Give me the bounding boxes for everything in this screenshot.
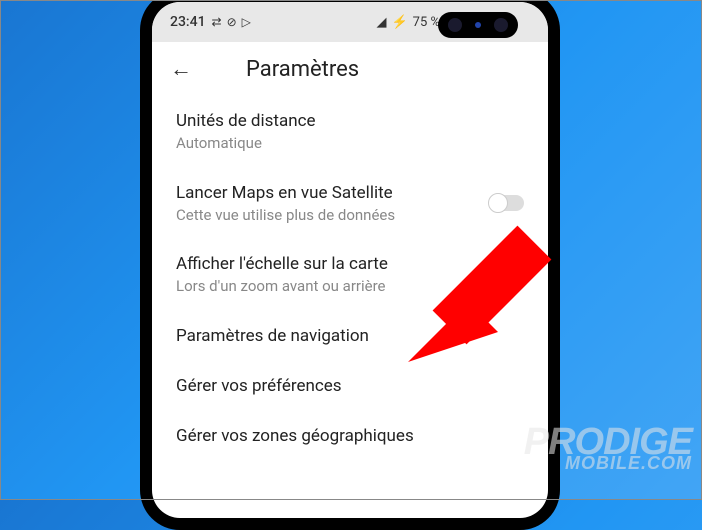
setting-title: Gérer vos préférences — [176, 375, 524, 397]
satellite-toggle[interactable] — [490, 195, 524, 211]
phone-frame: 23:41 ⇄ ⊘ ▷ ◢ ⚡ 75 % ← Paramètres Unités… — [140, 0, 560, 530]
setting-title: Paramètres de navigation — [176, 325, 524, 347]
dnd-icon: ⊘ — [227, 15, 237, 29]
page-title: Paramètres — [216, 57, 530, 82]
setting-satellite-view[interactable]: Lancer Maps en vue Satellite Cette vue u… — [176, 168, 524, 240]
setting-show-scale[interactable]: Afficher l'échelle sur la carte Lors d'u… — [176, 239, 524, 311]
setting-title: Unités de distance — [176, 110, 524, 132]
status-time: 23:41 — [170, 14, 206, 30]
setting-navigation[interactable]: Paramètres de navigation — [176, 311, 524, 361]
settings-list: Unités de distance Automatique Lancer Ma… — [152, 96, 548, 461]
camera-cutout — [438, 12, 518, 38]
usb-icon: ⇄ — [212, 15, 222, 29]
phone-screen: 23:41 ⇄ ⊘ ▷ ◢ ⚡ 75 % ← Paramètres Unités… — [152, 2, 548, 518]
setting-title: Lancer Maps en vue Satellite — [176, 182, 478, 204]
setting-subtitle: Cette vue utilise plus de données — [176, 206, 478, 226]
setting-title: Afficher l'échelle sur la carte — [176, 253, 524, 275]
setting-subtitle: Lors d'un zoom avant ou arrière — [176, 277, 524, 297]
signal-icon: ◢ — [376, 15, 386, 30]
status-icons-right: ◢ ⚡ 75 % — [376, 15, 440, 30]
back-button[interactable]: ← — [170, 56, 192, 82]
watermark: PRODIGE MOBILE.COM — [524, 428, 692, 470]
app-header: ← Paramètres — [152, 42, 548, 96]
setting-preferences[interactable]: Gérer vos préférences — [176, 361, 524, 411]
battery-icon: ⚡ — [391, 15, 407, 30]
battery-percent: 75 % — [413, 15, 440, 30]
setting-title: Gérer vos zones géographiques — [176, 425, 524, 447]
setting-subtitle: Automatique — [176, 134, 524, 154]
status-icons-left: ⇄ ⊘ ▷ — [212, 15, 251, 29]
setting-distance-units[interactable]: Unités de distance Automatique — [176, 96, 524, 168]
setting-geographic-zones[interactable]: Gérer vos zones géographiques — [176, 411, 524, 461]
play-icon: ▷ — [242, 15, 251, 29]
